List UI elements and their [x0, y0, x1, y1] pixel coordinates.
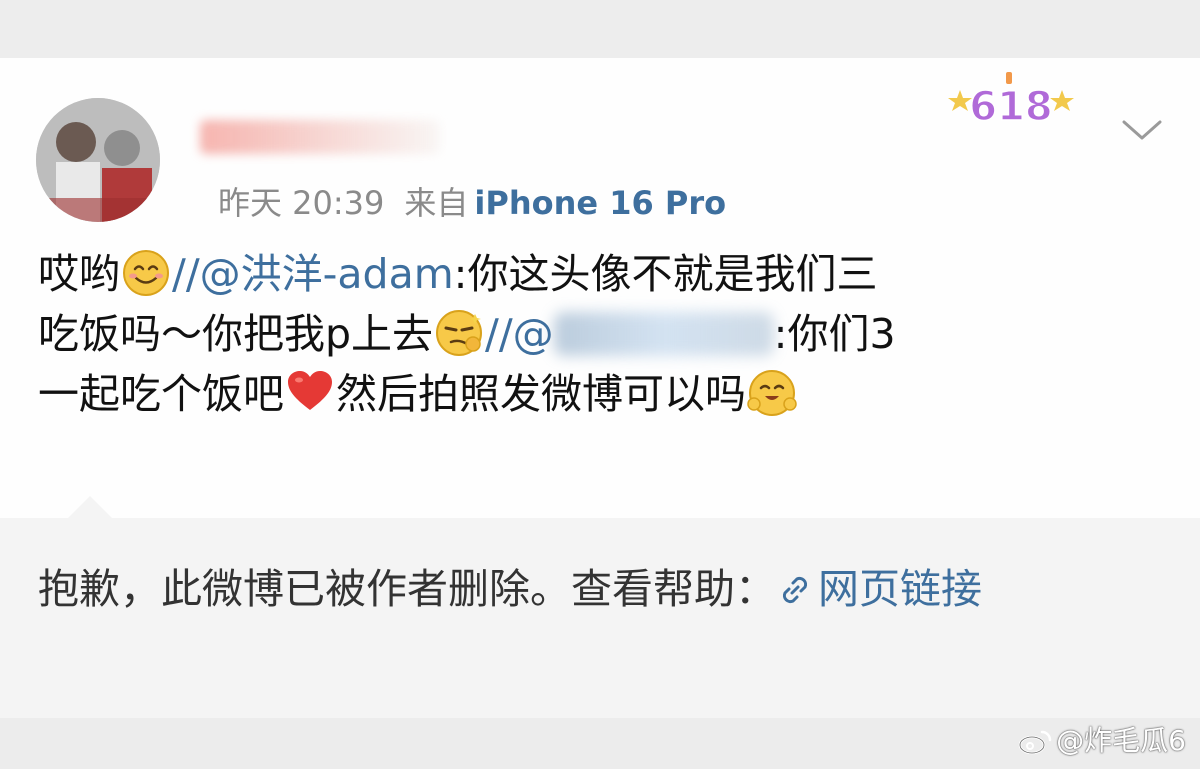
post-content: 哎哟 //@洪洋-adam:你这头像不就是我们三 吃饭吗～你把我p上去 //@:…	[38, 244, 1162, 424]
mention-name-blurred[interactable]	[553, 312, 774, 356]
weibo-watermark: @炸毛瓜6	[1018, 719, 1186, 759]
content-text: :你们3	[773, 310, 896, 358]
top-separator	[0, 0, 1200, 58]
repost-separator: //	[485, 310, 513, 358]
help-web-link[interactable]: 网页链接	[776, 565, 982, 613]
content-text: 吃饭吗～你把我p上去	[38, 310, 434, 358]
deleted-notice: 抱歉，此微博已被作者删除。查看帮助： 网页链接	[38, 558, 1168, 620]
blush-emoji	[747, 370, 797, 416]
content-line-3: 一起吃个饭吧 然后拍照发微博可以吗	[38, 364, 1162, 424]
content-line-1: 哎哟 //@洪洋-adam:你这头像不就是我们三	[38, 244, 1162, 304]
repost-separator: //	[172, 250, 200, 298]
svg-text:618: 618	[969, 84, 1053, 128]
avatar[interactable]	[36, 98, 160, 222]
weibo-post-card: 618 昨天 20:39 来自 iPhone 16 Pro 哎哟 //@洪洋-ada…	[0, 58, 1200, 518]
618-badge-icon: 618	[948, 72, 1074, 128]
content-text: 哎哟	[38, 250, 120, 298]
mention-prefix[interactable]: @	[513, 310, 554, 358]
post-meta: 昨天 20:39 来自 iPhone 16 Pro	[204, 178, 726, 224]
content-text: :你这头像不就是我们三	[453, 250, 878, 298]
help-link-label[interactable]: 网页链接	[818, 565, 982, 613]
content-text: 一起吃个饭吧	[38, 370, 284, 418]
quote-caret	[68, 496, 112, 518]
content-line-2: 吃饭吗～你把我p上去 //@ :你们3	[38, 304, 1162, 364]
link-icon	[782, 576, 808, 604]
smirk-emoji	[436, 310, 483, 356]
post-source-prefix: 来自	[404, 184, 469, 222]
post-timestamp: 昨天 20:39	[218, 184, 385, 222]
chevron-down-icon[interactable]	[1120, 114, 1164, 146]
heart-emoji	[288, 371, 332, 410]
watermark-text: @炸毛瓜6	[1056, 724, 1186, 757]
deleted-notice-text: 抱歉，此微博已被作者删除。查看帮助：	[38, 565, 776, 613]
weibo-logo-icon	[1018, 730, 1052, 755]
post-device[interactable]: iPhone 16 Pro	[474, 184, 726, 222]
deleted-original-post: 抱歉，此微博已被作者删除。查看帮助： 网页链接	[0, 496, 1200, 718]
username-blurred[interactable]	[200, 120, 440, 154]
mention-link[interactable]: @洪洋-adam	[200, 250, 454, 298]
smile-emoji	[123, 250, 169, 296]
content-text: 然后拍照发微博可以吗	[336, 370, 746, 418]
